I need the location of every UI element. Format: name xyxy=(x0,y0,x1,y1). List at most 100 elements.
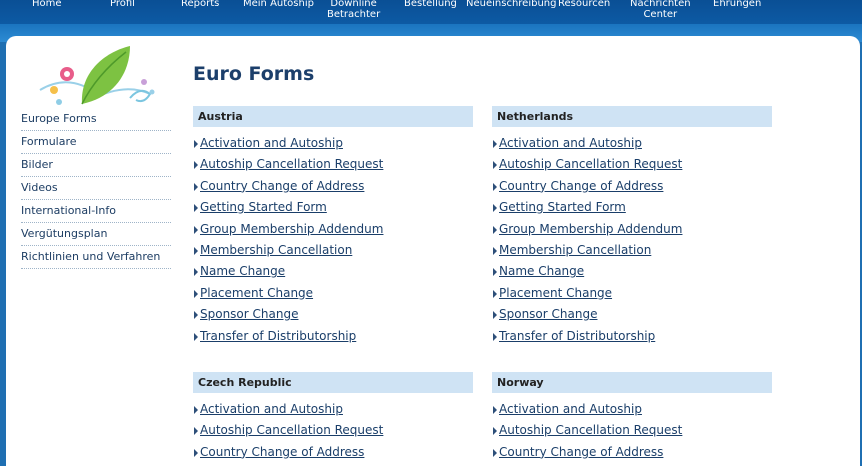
form-link[interactable]: Autoship Cancellation Request xyxy=(193,420,473,441)
arrow-right-icon xyxy=(493,161,497,170)
arrow-right-icon xyxy=(493,427,497,436)
country-section-norway: Norway Activation and Autoship Autoship C… xyxy=(492,372,772,463)
country-header: Netherlands xyxy=(492,106,772,127)
country-header: Norway xyxy=(492,372,772,393)
sidebar-item-verguetungsplan[interactable]: Vergütungsplan xyxy=(21,223,171,246)
nav-nachrichten-center[interactable]: Nachrichten Center xyxy=(630,0,691,20)
form-link-label[interactable]: Name Change xyxy=(200,264,285,278)
country-section-czech-republic: Czech Republic Activation and Autoship Au… xyxy=(193,372,473,463)
form-link[interactable]: Name Change xyxy=(193,261,473,282)
arrow-right-icon xyxy=(194,311,198,320)
form-link-label[interactable]: Autoship Cancellation Request xyxy=(200,157,383,171)
form-link[interactable]: Country Change of Address xyxy=(193,442,473,463)
form-link[interactable]: Group Membership Addendum xyxy=(193,219,473,240)
form-link[interactable]: Placement Change xyxy=(193,283,473,304)
form-link[interactable]: Activation and Autoship xyxy=(193,133,473,154)
nav-bestellung[interactable]: Bestellung xyxy=(404,0,457,9)
form-link[interactable]: Placement Change xyxy=(492,283,772,304)
sidebar-item-videos[interactable]: Videos xyxy=(21,177,171,200)
form-list: Activation and Autoship Autoship Cancella… xyxy=(492,399,772,463)
content-area: Europe Forms Formulare Bilder Videos Int… xyxy=(6,36,860,466)
nav-mein-autoship[interactable]: Mein Autoship xyxy=(243,0,314,9)
form-link[interactable]: Getting Started Form xyxy=(193,197,473,218)
form-link-label[interactable]: Activation and Autoship xyxy=(200,402,343,416)
nav-downline-betrachter[interactable]: Downline Betrachter xyxy=(327,0,380,20)
form-link[interactable]: Transfer of Distributorship xyxy=(492,326,772,347)
form-link-label[interactable]: Membership Cancellation xyxy=(200,243,352,257)
form-link-label[interactable]: Sponsor Change xyxy=(499,307,597,321)
arrow-right-icon xyxy=(194,204,198,213)
country-section-austria: Austria Activation and Autoship Autoship … xyxy=(193,106,473,347)
form-link-label[interactable]: Name Change xyxy=(499,264,584,278)
nav-reports[interactable]: Reports xyxy=(181,0,219,9)
form-link[interactable]: Autoship Cancellation Request xyxy=(193,154,473,175)
sidebar-item-bilder[interactable]: Bilder xyxy=(21,154,171,177)
form-link-label[interactable]: Membership Cancellation xyxy=(499,243,651,257)
arrow-right-icon xyxy=(194,268,198,277)
arrow-right-icon xyxy=(493,268,497,277)
arrow-right-icon xyxy=(493,225,497,234)
form-link[interactable]: Sponsor Change xyxy=(492,304,772,325)
arrow-right-icon xyxy=(194,225,198,234)
nav-profil[interactable]: Profil xyxy=(110,0,135,9)
top-navigation: Home Profil Reports Mein Autoship Downli… xyxy=(0,0,862,24)
arrow-right-icon xyxy=(194,182,198,191)
arrow-right-icon xyxy=(493,289,497,298)
arrow-right-icon xyxy=(194,140,198,148)
form-link-label[interactable]: Group Membership Addendum xyxy=(499,222,682,236)
form-link-label[interactable]: Country Change of Address xyxy=(200,179,364,193)
arrow-right-icon xyxy=(194,406,198,414)
form-link[interactable]: Membership Cancellation xyxy=(492,240,772,261)
form-link[interactable]: Group Membership Addendum xyxy=(492,219,772,240)
form-link-label[interactable]: Activation and Autoship xyxy=(499,402,642,416)
form-link[interactable]: Membership Cancellation xyxy=(193,240,473,261)
form-link-label[interactable]: Transfer of Distributorship xyxy=(200,329,356,343)
form-link[interactable]: Country Change of Address xyxy=(492,442,772,463)
form-link-label[interactable]: Sponsor Change xyxy=(200,307,298,321)
form-list: Activation and Autoship Autoship Cancella… xyxy=(193,133,473,347)
form-link-label[interactable]: Getting Started Form xyxy=(499,200,626,214)
form-link-label[interactable]: Getting Started Form xyxy=(200,200,327,214)
form-link[interactable]: Name Change xyxy=(492,261,772,282)
sidebar-item-richtlinien[interactable]: Richtlinien und Verfahren xyxy=(21,246,171,269)
form-link[interactable]: Getting Started Form xyxy=(492,197,772,218)
form-link[interactable]: Autoship Cancellation Request xyxy=(492,420,772,441)
arrow-right-icon xyxy=(493,182,497,191)
form-link-label[interactable]: Country Change of Address xyxy=(499,179,663,193)
form-link-label[interactable]: Activation and Autoship xyxy=(200,136,343,150)
form-link[interactable]: Sponsor Change xyxy=(193,304,473,325)
sidebar: Europe Forms Formulare Bilder Videos Int… xyxy=(21,108,171,269)
arrow-right-icon xyxy=(493,246,497,255)
arrow-right-icon xyxy=(194,246,198,255)
nav-neueinschreibung[interactable]: Neueinschreibung xyxy=(466,0,556,9)
arrow-right-icon xyxy=(493,204,497,213)
sidebar-item-formulare[interactable]: Formulare xyxy=(21,131,171,154)
form-link[interactable]: Activation and Autoship xyxy=(492,399,772,420)
nav-resourcen[interactable]: Resourcen xyxy=(558,0,610,9)
form-link[interactable]: Autoship Cancellation Request xyxy=(492,154,772,175)
form-list: Activation and Autoship Autoship Cancella… xyxy=(492,133,772,347)
form-link-label[interactable]: Activation and Autoship xyxy=(499,136,642,150)
form-link[interactable]: Transfer of Distributorship xyxy=(193,326,473,347)
form-link-label[interactable]: Placement Change xyxy=(200,286,313,300)
form-link[interactable]: Activation and Autoship xyxy=(492,133,772,154)
form-link[interactable]: Country Change of Address xyxy=(193,176,473,197)
form-link[interactable]: Country Change of Address xyxy=(492,176,772,197)
sidebar-item-europe-forms[interactable]: Europe Forms xyxy=(21,108,171,131)
arrow-right-icon xyxy=(194,332,198,341)
form-link-label[interactable]: Group Membership Addendum xyxy=(200,222,383,236)
leaf-flower-logo xyxy=(39,46,155,105)
form-link-label[interactable]: Autoship Cancellation Request xyxy=(499,157,682,171)
form-link-label[interactable]: Transfer of Distributorship xyxy=(499,329,655,343)
form-link[interactable]: Activation and Autoship xyxy=(193,399,473,420)
country-header: Czech Republic xyxy=(193,372,473,393)
nav-ehrungen[interactable]: Ehrungen xyxy=(713,0,761,9)
arrow-right-icon xyxy=(493,406,497,414)
form-link-label[interactable]: Autoship Cancellation Request xyxy=(499,423,682,437)
arrow-right-icon xyxy=(194,427,198,436)
nav-home[interactable]: Home xyxy=(32,0,62,9)
form-link-label[interactable]: Placement Change xyxy=(499,286,612,300)
sidebar-item-international-info[interactable]: International-Info xyxy=(21,200,171,223)
form-link-label[interactable]: Autoship Cancellation Request xyxy=(200,423,383,437)
arrow-right-icon xyxy=(493,311,497,320)
